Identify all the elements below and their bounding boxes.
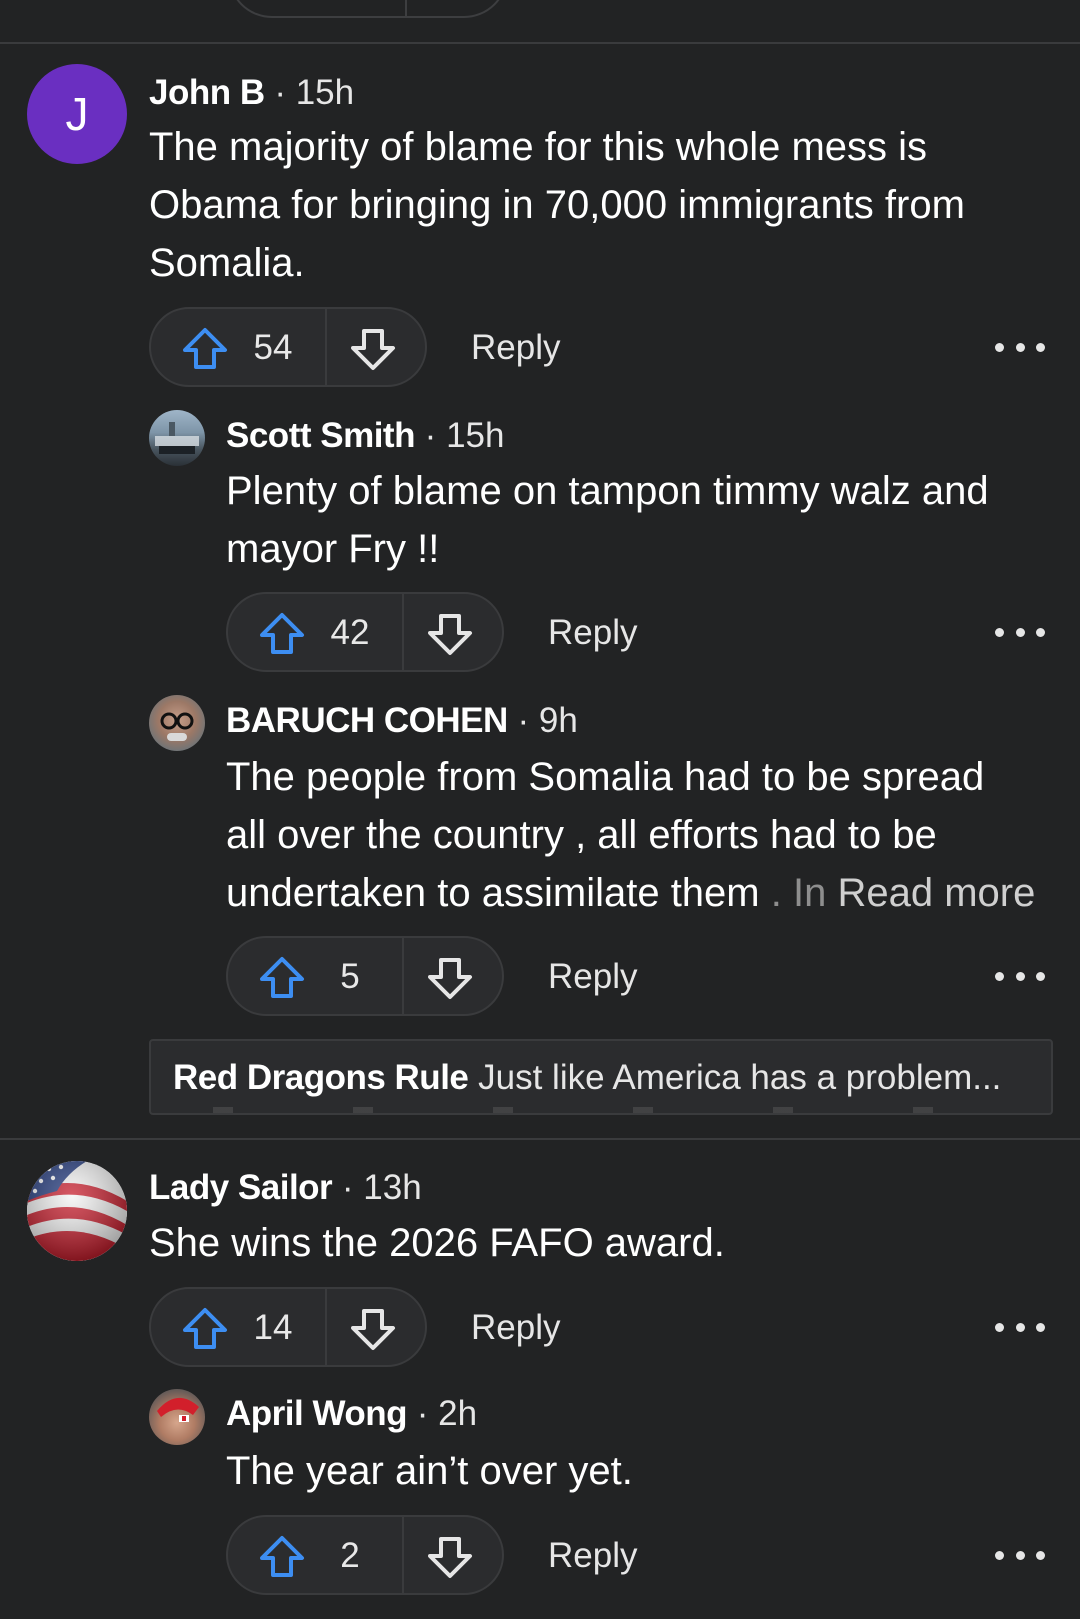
comment-body-line: all over the country , all efforts had t…	[226, 813, 937, 857]
comment-divider	[0, 1138, 1080, 1140]
comment-body: She wins the 2026 FAFO award.	[149, 1214, 725, 1272]
truncation-fade: . In	[759, 871, 827, 915]
comment-body: The people from Somalia had to be spread…	[226, 748, 1035, 922]
pill-divider	[402, 938, 404, 1014]
meta-separator: ·	[264, 73, 296, 112]
meta-separator: ·	[507, 701, 539, 740]
comment-body: The majority of blame for this whole mes…	[149, 118, 965, 292]
comment-body: The year ain’t over yet.	[226, 1442, 633, 1500]
timestamp: 13h	[363, 1168, 422, 1207]
downvote-arrow-icon[interactable]	[426, 954, 474, 1002]
upvote-arrow-icon[interactable]	[181, 1305, 229, 1353]
more-options-icon[interactable]	[995, 1535, 1045, 1575]
pill-divider	[325, 1289, 327, 1365]
previous-vote-pill[interactable]	[228, 0, 508, 18]
comment-meta: Scott Smith · 15h	[226, 416, 504, 456]
read-more-link[interactable]: Read more	[837, 871, 1035, 915]
reply-button[interactable]: Reply	[548, 957, 637, 997]
more-options-icon[interactable]	[995, 327, 1045, 367]
vote-pill: 54	[149, 307, 427, 387]
author-name[interactable]: April Wong	[226, 1394, 408, 1433]
more-options-icon[interactable]	[995, 956, 1045, 996]
downvote-arrow-icon[interactable]	[426, 610, 474, 658]
downvote-arrow-icon[interactable]	[349, 325, 397, 373]
upvote-count: 5	[340, 957, 360, 996]
upvote-count: 54	[253, 328, 293, 367]
preview-overflow-text	[173, 1107, 1023, 1113]
downvote-arrow-icon[interactable]	[426, 1533, 474, 1581]
comment-divider	[0, 42, 1080, 44]
comment-meta: Lady Sailor · 13h	[149, 1168, 422, 1208]
more-options-icon[interactable]	[995, 1307, 1045, 1347]
comment-body: Plenty of blame on tampon timmy walz and…	[226, 462, 989, 578]
upvote-arrow-icon[interactable]	[181, 325, 229, 373]
timestamp: 15h	[295, 73, 355, 112]
upvote-arrow-icon[interactable]	[258, 954, 306, 1002]
vote-pill: 14	[149, 1287, 427, 1367]
comment-body-line: She wins the 2026 FAFO award.	[149, 1221, 725, 1265]
avatar[interactable]: J	[27, 64, 127, 164]
timestamp: 15h	[446, 416, 505, 455]
comment-body-line: mayor Fry !!	[226, 527, 440, 571]
timestamp: 9h	[538, 701, 578, 740]
pill-divider	[325, 309, 327, 385]
comment-body-line: Plenty of blame on tampon timmy walz and	[226, 469, 989, 513]
vote-pill: 5	[226, 936, 504, 1016]
timestamp: 2h	[438, 1394, 478, 1433]
vote-pill: 2	[226, 1515, 504, 1595]
upvote-arrow-icon[interactable]	[258, 610, 306, 658]
preview-line: Red Dragons Rule Just like America has a…	[173, 1058, 1001, 1098]
reply-button[interactable]: Reply	[548, 613, 637, 653]
author-name[interactable]: John B	[149, 73, 265, 112]
meta-separator: ·	[407, 1394, 439, 1433]
meta-separator: ·	[332, 1168, 364, 1207]
author-name[interactable]: BARUCH COHEN	[226, 701, 508, 740]
comment-body-line: The year ain’t over yet.	[226, 1449, 633, 1493]
avatar[interactable]	[149, 1389, 205, 1445]
comments-page: J John B · 15h The majority of blame for…	[0, 0, 1080, 1619]
comment-body-text: undertaken to assimilate them	[226, 871, 760, 915]
comment-body-line: Obama for bringing in 70,000 immigrants …	[149, 183, 965, 227]
pill-divider	[402, 1517, 404, 1593]
comment-body-line-truncated: undertaken to assimilate them . In Read …	[226, 864, 1035, 922]
avatar[interactable]	[149, 410, 205, 466]
upvote-arrow-icon[interactable]	[258, 1533, 306, 1581]
meta-separator: ·	[414, 416, 447, 455]
preview-author: Red Dragons Rule	[173, 1058, 469, 1097]
comment-meta: April Wong · 2h	[226, 1394, 477, 1434]
reply-button[interactable]: Reply	[471, 328, 560, 368]
comment-meta: John B · 15h	[149, 73, 354, 113]
more-replies-preview[interactable]: Red Dragons Rule Just like America has a…	[149, 1039, 1053, 1115]
preview-text: Just like America has a problem...	[478, 1058, 1002, 1097]
comment-body-line: The majority of blame for this whole mes…	[149, 125, 928, 169]
upvote-count: 14	[253, 1308, 293, 1347]
reply-button[interactable]: Reply	[548, 1536, 637, 1576]
upvote-count: 2	[340, 1536, 360, 1575]
downvote-arrow-icon[interactable]	[349, 1305, 397, 1353]
pill-divider	[402, 594, 404, 670]
upvote-count: 42	[330, 613, 370, 652]
more-options-icon[interactable]	[995, 612, 1045, 652]
avatar[interactable]	[27, 1161, 127, 1261]
comment-body-line: The people from Somalia had to be spread	[226, 755, 985, 799]
avatar[interactable]	[149, 695, 205, 751]
comment-body-line: Somalia.	[149, 241, 305, 285]
author-name[interactable]: Scott Smith	[226, 416, 415, 455]
comment-meta: BARUCH COHEN · 9h	[226, 701, 578, 741]
author-name[interactable]: Lady Sailor	[149, 1168, 333, 1207]
vote-pill: 42	[226, 592, 504, 672]
reply-button[interactable]: Reply	[471, 1308, 560, 1348]
